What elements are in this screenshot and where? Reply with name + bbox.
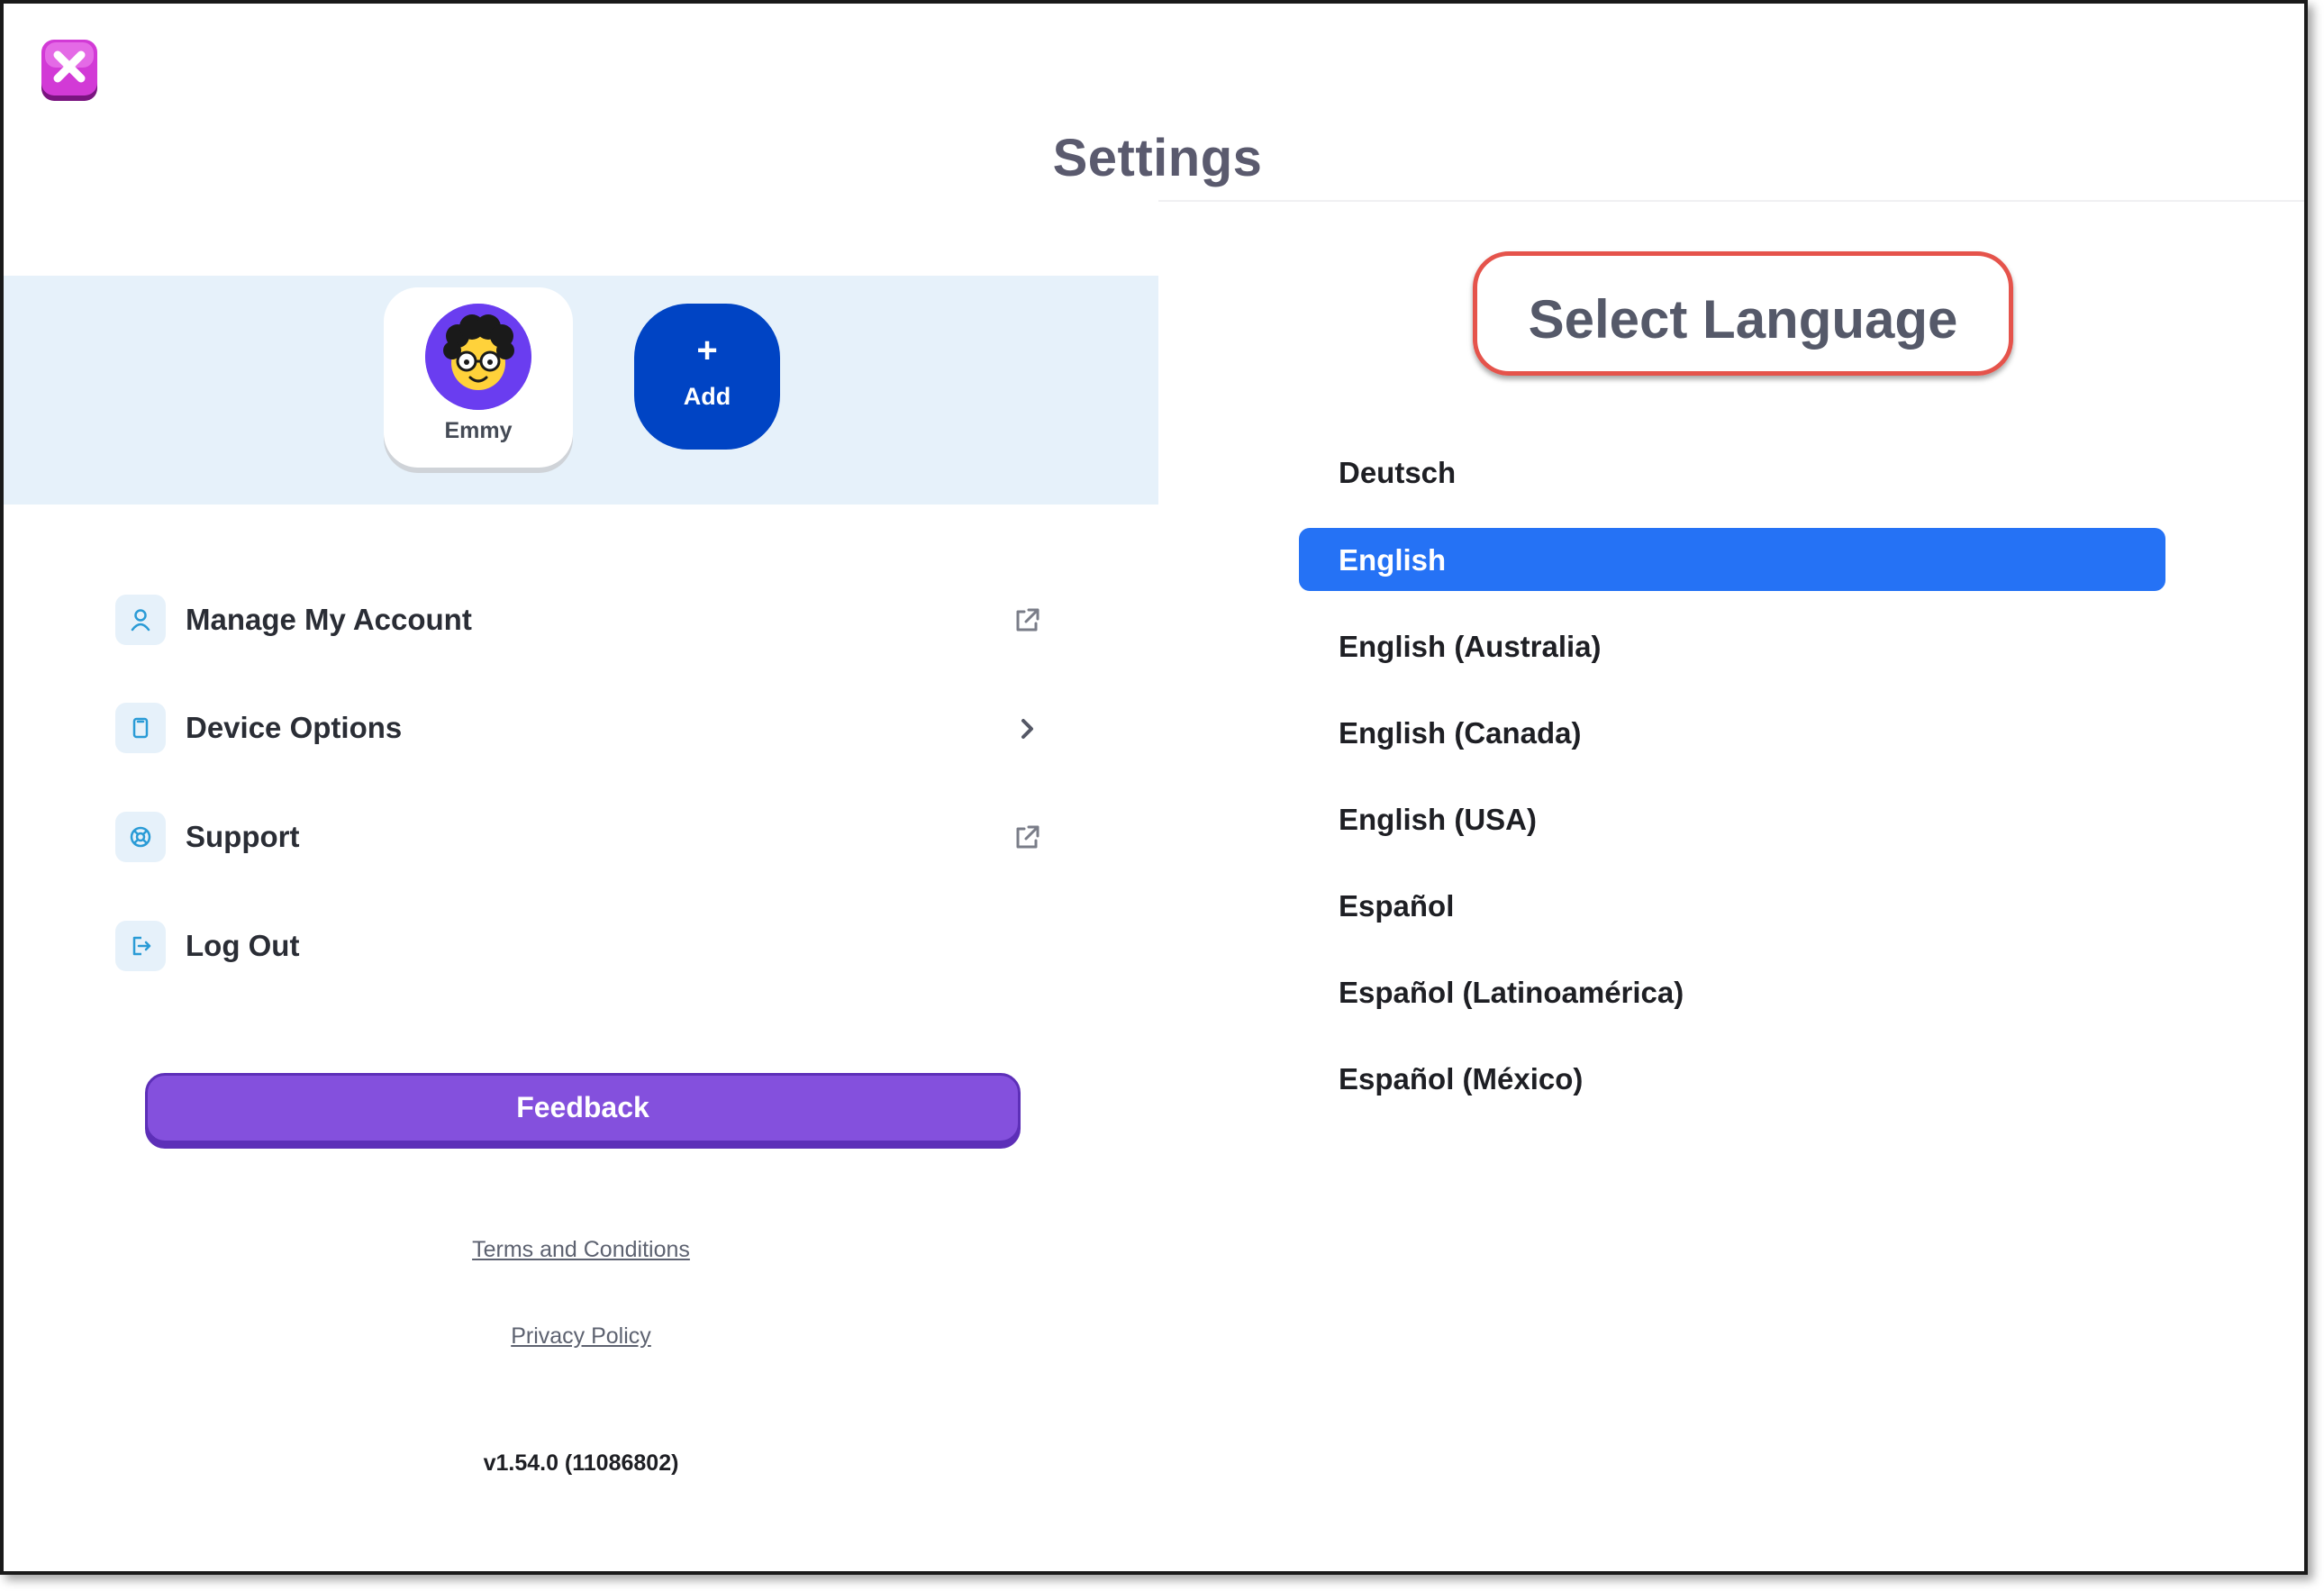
menu-item-label: Manage My Account: [186, 603, 472, 636]
privacy-link[interactable]: Privacy Policy: [4, 1323, 1158, 1350]
terms-link[interactable]: Terms and Conditions: [4, 1237, 1158, 1263]
add-profile-button[interactable]: + Add: [634, 304, 780, 450]
language-option-english[interactable]: English: [1299, 528, 2165, 591]
add-profile-label: Add: [683, 383, 731, 410]
language-option-english-usa[interactable]: English (USA): [1299, 787, 2165, 850]
profiles-band: [4, 276, 1158, 505]
language-option-espanol-mexico[interactable]: Español (México): [1299, 1047, 2165, 1110]
menu-item-label: Log Out: [186, 929, 300, 962]
language-option-english-australia[interactable]: English (Australia): [1299, 614, 2165, 677]
menu-item-manage-account[interactable]: Manage My Account: [115, 590, 1043, 653]
language-option-deutsch[interactable]: Deutsch: [1299, 441, 2165, 504]
language-option-espanol[interactable]: Español: [1299, 874, 2165, 937]
lifebuoy-icon: [115, 812, 166, 862]
close-button[interactable]: [40, 38, 99, 103]
title-divider: [1158, 200, 2304, 202]
menu-item-label: Device Options: [186, 711, 403, 744]
language-option-label: English: [1339, 543, 1447, 577]
chevron-right-icon: [1011, 713, 1043, 745]
menu-item-label: Support: [186, 820, 300, 853]
language-option-label: Deutsch: [1339, 456, 1457, 489]
close-icon: [41, 40, 97, 101]
profile-card-emmy[interactable]: Emmy: [384, 287, 573, 468]
plus-icon: +: [696, 331, 718, 370]
language-section-title: Select Language: [1528, 289, 1958, 350]
language-option-label: Español (México): [1339, 1062, 1584, 1096]
person-icon: [115, 595, 166, 645]
menu-item-log-out[interactable]: Log Out: [115, 916, 1043, 979]
external-link-icon: [1011, 605, 1043, 637]
settings-window: Settings Emmy + Add Manage My Account De…: [0, 0, 2308, 1575]
feedback-button[interactable]: Feedback: [145, 1073, 1021, 1143]
page-title: Settings: [1052, 129, 1263, 187]
language-option-label: Español: [1339, 889, 1455, 923]
menu-item-support[interactable]: Support: [115, 807, 1043, 870]
language-option-label: English (Canada): [1339, 716, 1582, 750]
language-option-label: English (USA): [1339, 803, 1537, 836]
language-option-espanol-latinoamerica[interactable]: Español (Latinoamérica): [1299, 960, 2165, 1023]
tablet-icon: [115, 703, 166, 753]
menu-item-device-options[interactable]: Device Options: [115, 698, 1043, 761]
external-link-icon: [1011, 822, 1043, 854]
child-avatar-icon: [425, 304, 531, 410]
profile-name: Emmy: [444, 418, 513, 443]
language-title-highlight: Select Language: [1473, 251, 2013, 376]
language-option-english-canada[interactable]: English (Canada): [1299, 701, 2165, 764]
version-label: v1.54.0 (11086802): [483, 1450, 679, 1476]
language-option-label: Español (Latinoamérica): [1339, 976, 1684, 1009]
language-option-label: English (Australia): [1339, 630, 1602, 663]
logout-icon: [115, 921, 166, 971]
